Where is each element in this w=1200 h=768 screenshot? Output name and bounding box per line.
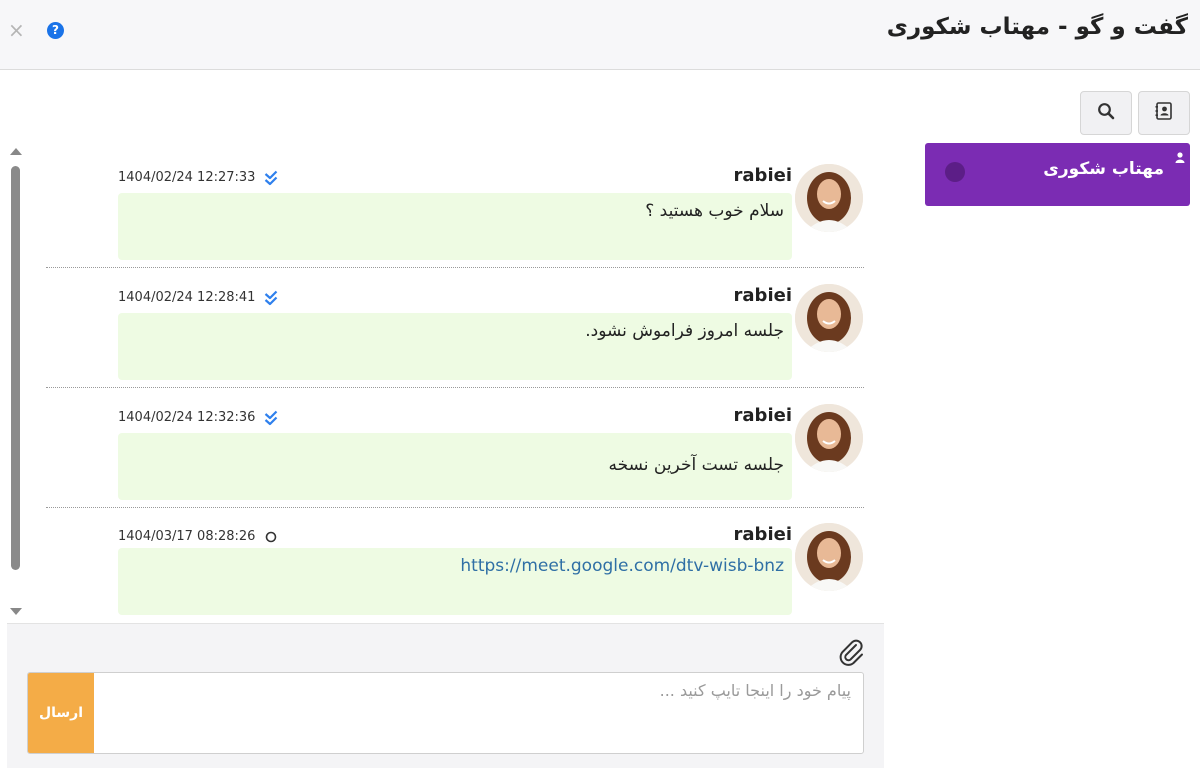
pending-clock-icon	[264, 529, 278, 545]
message-item: rabiei 1404/02/24 12:27:33 سلام خوب هستی…	[46, 148, 864, 268]
dialog-title: گفت و گو - مهتاب شکوری	[886, 14, 1188, 40]
avatar	[795, 284, 863, 352]
message-link[interactable]: https://meet.google.com/dtv-wisb-bnz	[460, 556, 784, 576]
message-bubble: جلسه امروز فراموش نشود.	[118, 313, 792, 380]
help-icon[interactable]: ?	[47, 22, 64, 39]
search-icon	[1097, 102, 1115, 124]
person-icon	[1175, 148, 1185, 167]
contact-name: مهتاب شکوری	[1043, 159, 1164, 179]
double-check-icon	[264, 410, 278, 426]
message-input-box: ارسال	[27, 672, 864, 754]
message-bubble: https://meet.google.com/dtv-wisb-bnz	[118, 548, 792, 615]
avatar	[795, 164, 863, 232]
scroll-down-arrow[interactable]	[10, 608, 22, 615]
message-timestamp: 1404/02/24 12:28:41	[118, 290, 256, 305]
contact-item[interactable]: مهتاب شکوری	[925, 143, 1190, 206]
message-sender: rabiei	[733, 405, 792, 426]
message-sender: rabiei	[733, 524, 792, 545]
message-sender: rabiei	[733, 165, 792, 186]
message-item: rabiei 1404/03/17 08:28:26 https://meet.…	[46, 507, 864, 627]
status-dot	[945, 162, 965, 182]
message-input[interactable]	[94, 673, 863, 753]
message-timestamp: 1404/02/24 12:27:33	[118, 170, 256, 185]
message-item: rabiei 1404/02/24 12:32:36 جلسه تست آخری…	[46, 388, 864, 508]
avatar	[795, 404, 863, 472]
dialog-header: × ? گفت و گو - مهتاب شکوری	[0, 0, 1200, 70]
avatar	[795, 523, 863, 591]
message-sender: rabiei	[733, 285, 792, 306]
message-text: جلسه امروز فراموش نشود.	[585, 321, 784, 341]
send-button[interactable]: ارسال	[28, 673, 94, 753]
paperclip-icon[interactable]	[837, 638, 867, 668]
search-button[interactable]	[1080, 91, 1132, 135]
scroll-up-arrow[interactable]	[10, 148, 22, 155]
message-bubble: سلام خوب هستید ؟	[118, 193, 792, 260]
double-check-icon	[264, 290, 278, 306]
close-icon[interactable]: ×	[8, 18, 25, 42]
double-check-icon	[264, 170, 278, 186]
message-bubble: جلسه تست آخرین نسخه	[118, 433, 792, 500]
chat-scrollbar[interactable]	[8, 148, 24, 618]
message-text: سلام خوب هستید ؟	[645, 201, 784, 221]
scroll-thumb[interactable]	[11, 166, 20, 570]
contacts-button[interactable]	[1138, 91, 1190, 135]
message-timestamp: 1404/03/17 08:28:26	[118, 529, 256, 544]
message-timestamp: 1404/02/24 12:32:36	[118, 410, 256, 425]
message-text: جلسه تست آخرین نسخه	[608, 455, 785, 475]
message-item: rabiei 1404/02/24 12:28:41 جلسه امروز فر…	[46, 268, 864, 388]
message-composer: ارسال	[7, 623, 884, 768]
contacts-icon	[1154, 101, 1174, 125]
